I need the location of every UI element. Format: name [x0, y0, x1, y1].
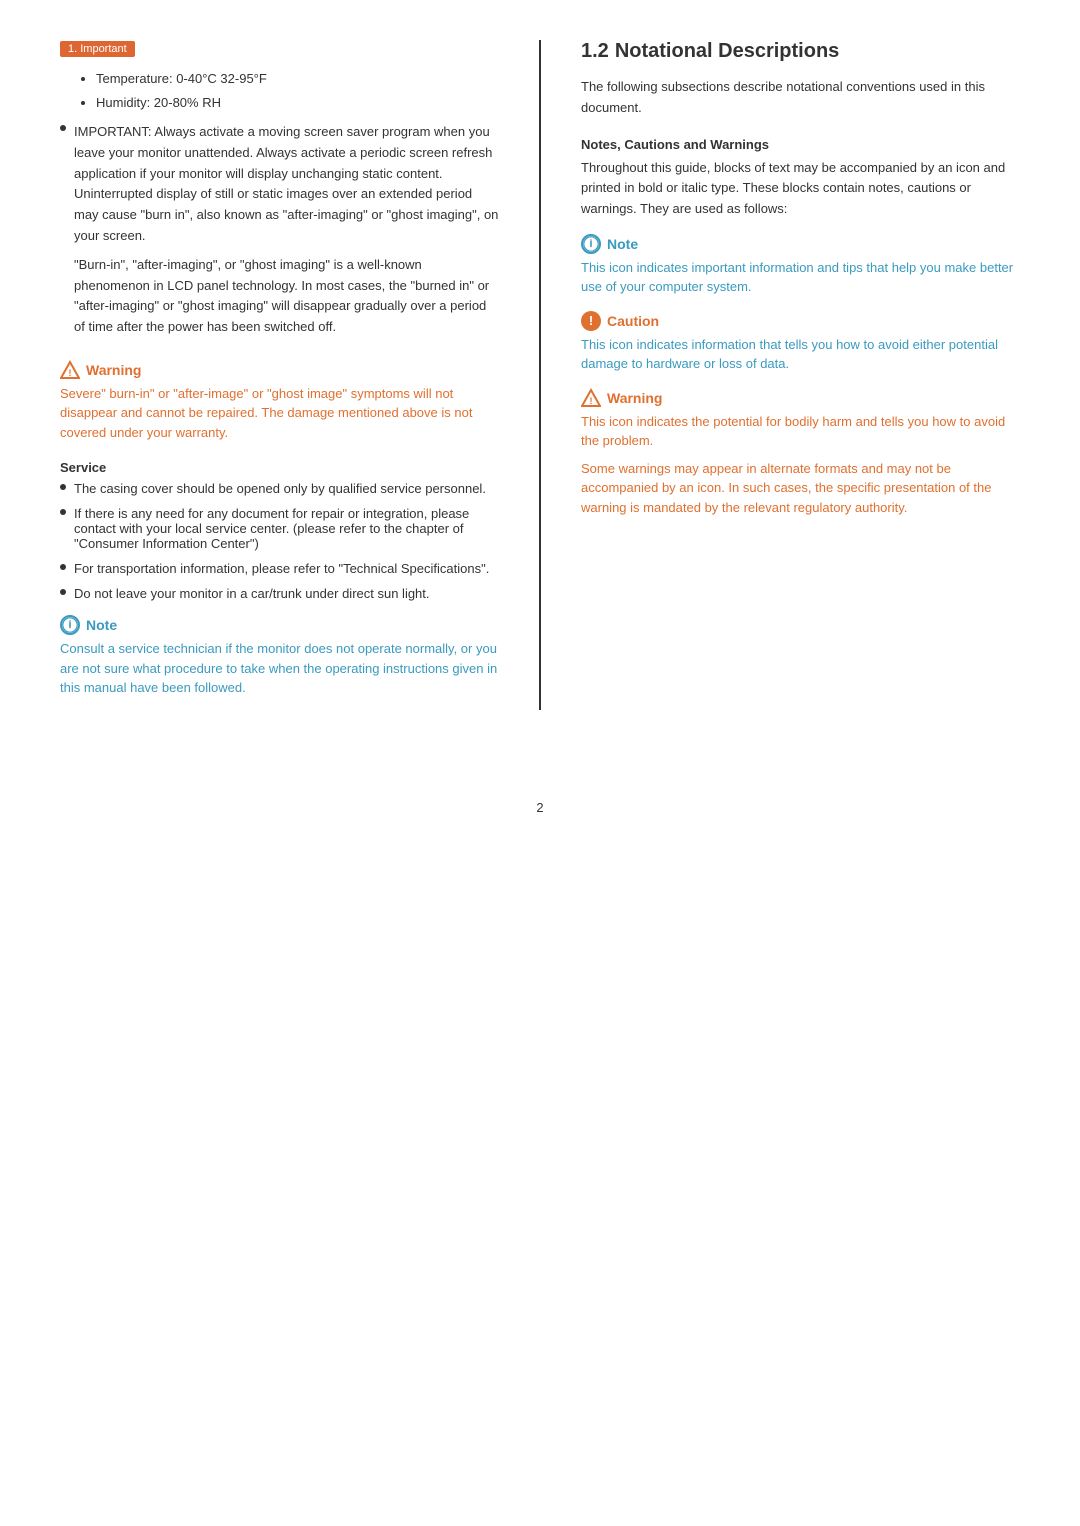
notes-cautions-text: Throughout this guide, blocks of text ma…: [581, 158, 1020, 220]
left-column: 1. Important Temperature: 0-40°C 32-95°F…: [60, 40, 499, 710]
right-column: 1.2Notational Descriptions The following…: [539, 40, 1020, 710]
service-heading: Service: [60, 460, 499, 475]
service-item-2: If there is any need for any document fo…: [60, 506, 499, 551]
bullet-dot-1: [60, 125, 66, 131]
right-note-icon: [581, 234, 601, 254]
service-item-4: Do not leave your monitor in a car/trunk…: [60, 586, 499, 601]
right-note-box: Note This icon indicates important infor…: [581, 234, 1020, 297]
service-item-3: For transportation information, please r…: [60, 561, 499, 576]
right-warning-title: ! Warning: [581, 388, 1020, 408]
left-note-box: Note Consult a service technician if the…: [60, 615, 499, 698]
warning-icon: !: [60, 360, 80, 380]
left-warning-title: ! Warning: [60, 360, 499, 380]
important-bullet-1: IMPORTANT: Always activate a moving scre…: [60, 122, 499, 346]
temperature-humidity-list: Temperature: 0-40°C 32-95°F Humidity: 20…: [96, 69, 499, 112]
notes-cautions-heading: Notes, Cautions and Warnings: [581, 137, 1020, 152]
right-caution-box: ! Caution This icon indicates informatio…: [581, 311, 1020, 374]
important-text-1: IMPORTANT: Always activate a moving scre…: [74, 122, 499, 346]
service-bullet-3: [60, 564, 66, 570]
right-warning-icon: !: [581, 388, 601, 408]
section-title-row: 1.2Notational Descriptions: [581, 40, 1020, 63]
temperature-item: Temperature: 0-40°C 32-95°F: [96, 69, 499, 89]
humidity-item: Humidity: 20-80% RH: [96, 93, 499, 113]
page-number: 2: [0, 780, 1080, 815]
breadcrumb-tag: 1. Important: [60, 41, 135, 57]
service-bullet-2: [60, 509, 66, 515]
service-bullet-1: [60, 484, 66, 490]
right-note-title: Note: [581, 234, 1020, 254]
service-list: The casing cover should be opened only b…: [60, 481, 499, 601]
service-bullet-4: [60, 589, 66, 595]
right-warning-box: ! Warning This icon indicates the potent…: [581, 388, 1020, 518]
intro-text: The following subsections describe notat…: [581, 77, 1020, 119]
caution-icon: !: [581, 311, 601, 331]
page-footer: 2: [0, 770, 1080, 815]
svg-text:!: !: [590, 396, 593, 406]
service-item-1: The casing cover should be opened only b…: [60, 481, 499, 496]
left-warning-box: ! Warning Severe" burn-in" or "after-ima…: [60, 360, 499, 443]
right-caution-title: ! Caution: [581, 311, 1020, 331]
note-icon: [60, 615, 80, 635]
left-note-title: Note: [60, 615, 499, 635]
svg-text:!: !: [69, 368, 72, 378]
